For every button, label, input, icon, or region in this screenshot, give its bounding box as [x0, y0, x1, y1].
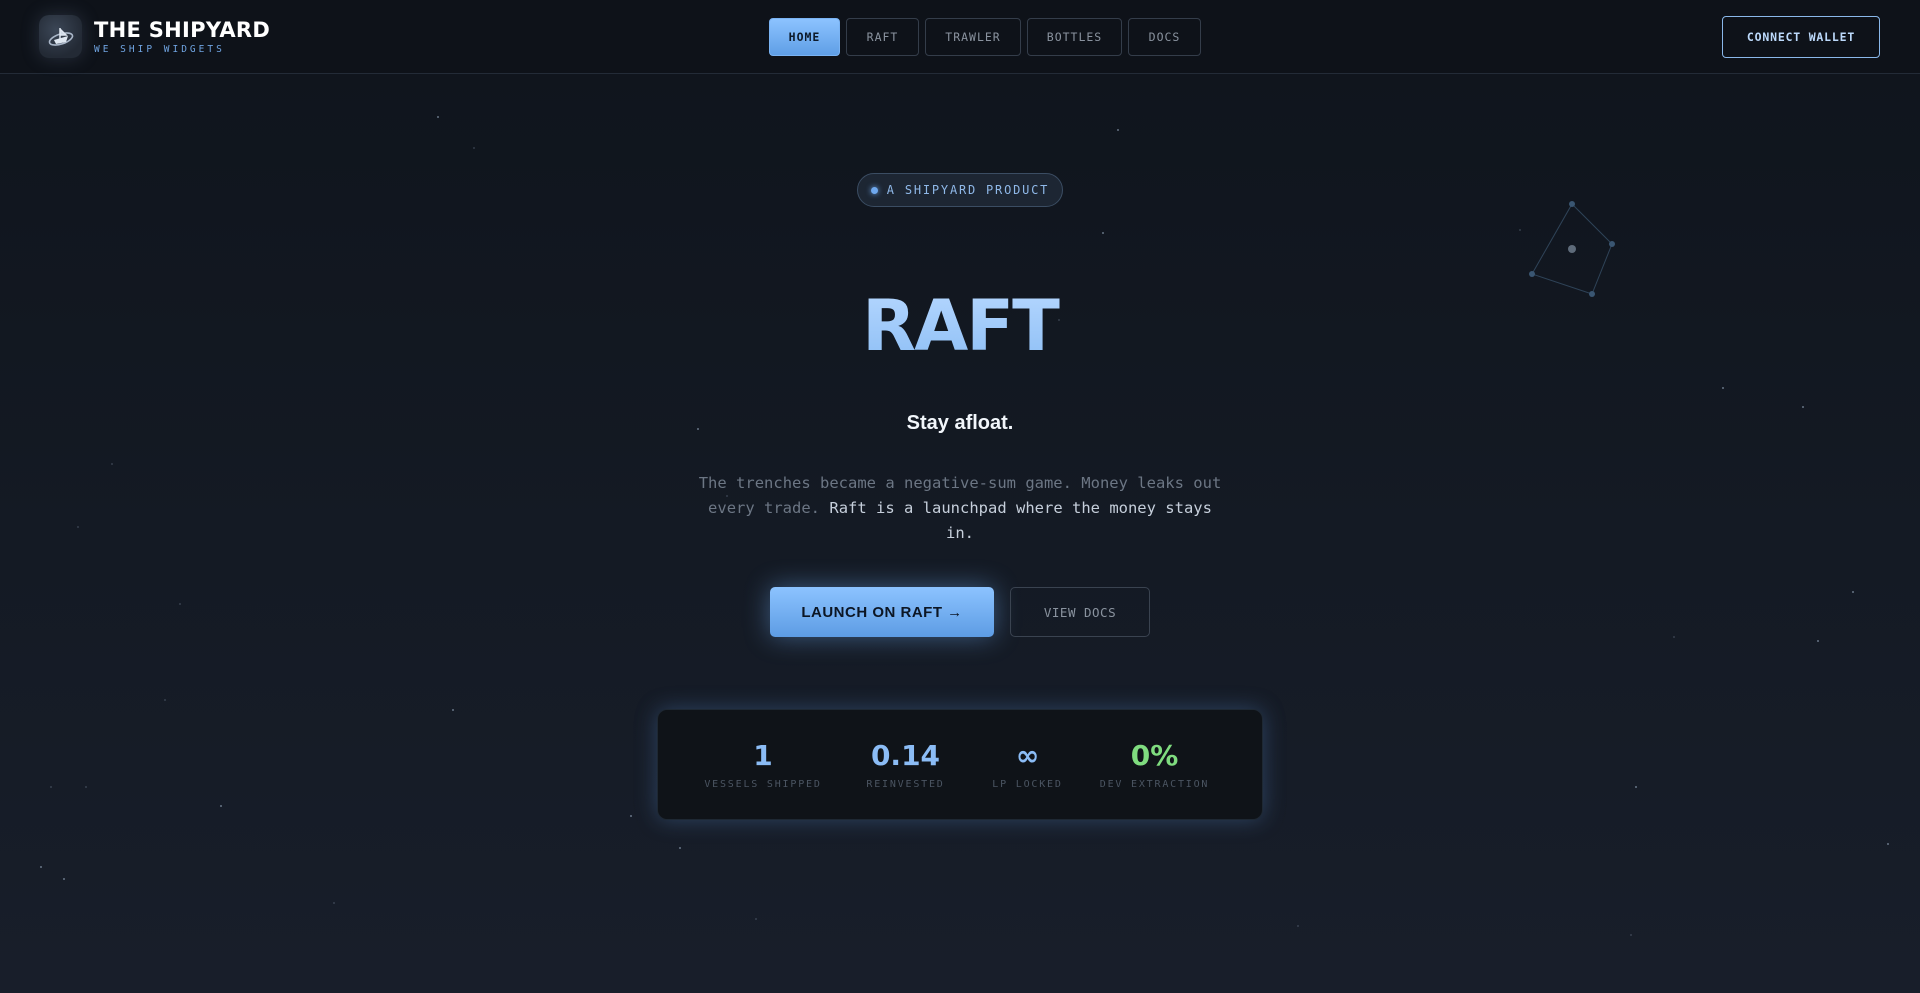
badge-dot-icon — [870, 186, 878, 194]
nav-raft[interactable]: RAFT — [846, 18, 919, 56]
badge-label: A SHIPYARD PRODUCT — [886, 183, 1050, 197]
description-highlight: Raft is a launchpad where the money stay… — [829, 499, 1212, 542]
stat-dev-extraction: 0% DEV EXTRACTION — [1080, 740, 1230, 819]
hero-tagline: Stay afloat. — [906, 412, 1014, 434]
brand[interactable]: THE SHIPYARD WE SHIP WIDGETS — [39, 15, 270, 58]
hero-title: RAFT — [0, 284, 1920, 368]
stat-value: 1 — [753, 739, 773, 772]
stat-value: 0.14 — [870, 739, 941, 772]
hero-description: The trenches became a negative-sum game.… — [696, 471, 1224, 546]
nav-home[interactable]: HOME — [769, 18, 840, 56]
stat-vessels-shipped: 1 VESSELS SHIPPED — [691, 740, 836, 819]
stat-value: ∞ — [1015, 739, 1040, 772]
ship-logo-icon — [39, 15, 82, 58]
stat-label: DEV EXTRACTION — [1099, 779, 1210, 790]
connect-wallet-button[interactable]: CONNECT WALLET — [1722, 16, 1880, 58]
brand-title: THE SHIPYARD — [94, 17, 271, 42]
stat-lp-locked: ∞ LP LOCKED — [976, 740, 1080, 819]
launch-on-raft-button[interactable]: LAUNCH ON RAFT → — [770, 587, 994, 637]
stat-label: REINVESTED — [866, 779, 945, 790]
brand-subtitle: WE SHIP WIDGETS — [94, 43, 225, 55]
product-badge: A SHIPYARD PRODUCT — [857, 173, 1063, 207]
stat-value: 0% — [1130, 739, 1179, 772]
stat-label: VESSELS SHIPPED — [704, 779, 822, 790]
stat-label: LP LOCKED — [992, 779, 1063, 790]
main-nav: HOME RAFT TRAWLER BOTTLES DOCS — [769, 18, 1201, 56]
nav-bottles[interactable]: BOTTLES — [1027, 18, 1122, 56]
nav-trawler[interactable]: TRAWLER — [925, 18, 1021, 56]
top-navbar: THE SHIPYARD WE SHIP WIDGETS HOME RAFT T… — [0, 0, 1920, 74]
stats-panel: 1 VESSELS SHIPPED 0.14 REINVESTED ∞ LP L… — [657, 709, 1263, 820]
view-docs-button[interactable]: VIEW DOCS — [1010, 587, 1150, 637]
stat-reinvested: 0.14 REINVESTED — [836, 740, 976, 819]
nav-docs[interactable]: DOCS — [1128, 18, 1201, 56]
